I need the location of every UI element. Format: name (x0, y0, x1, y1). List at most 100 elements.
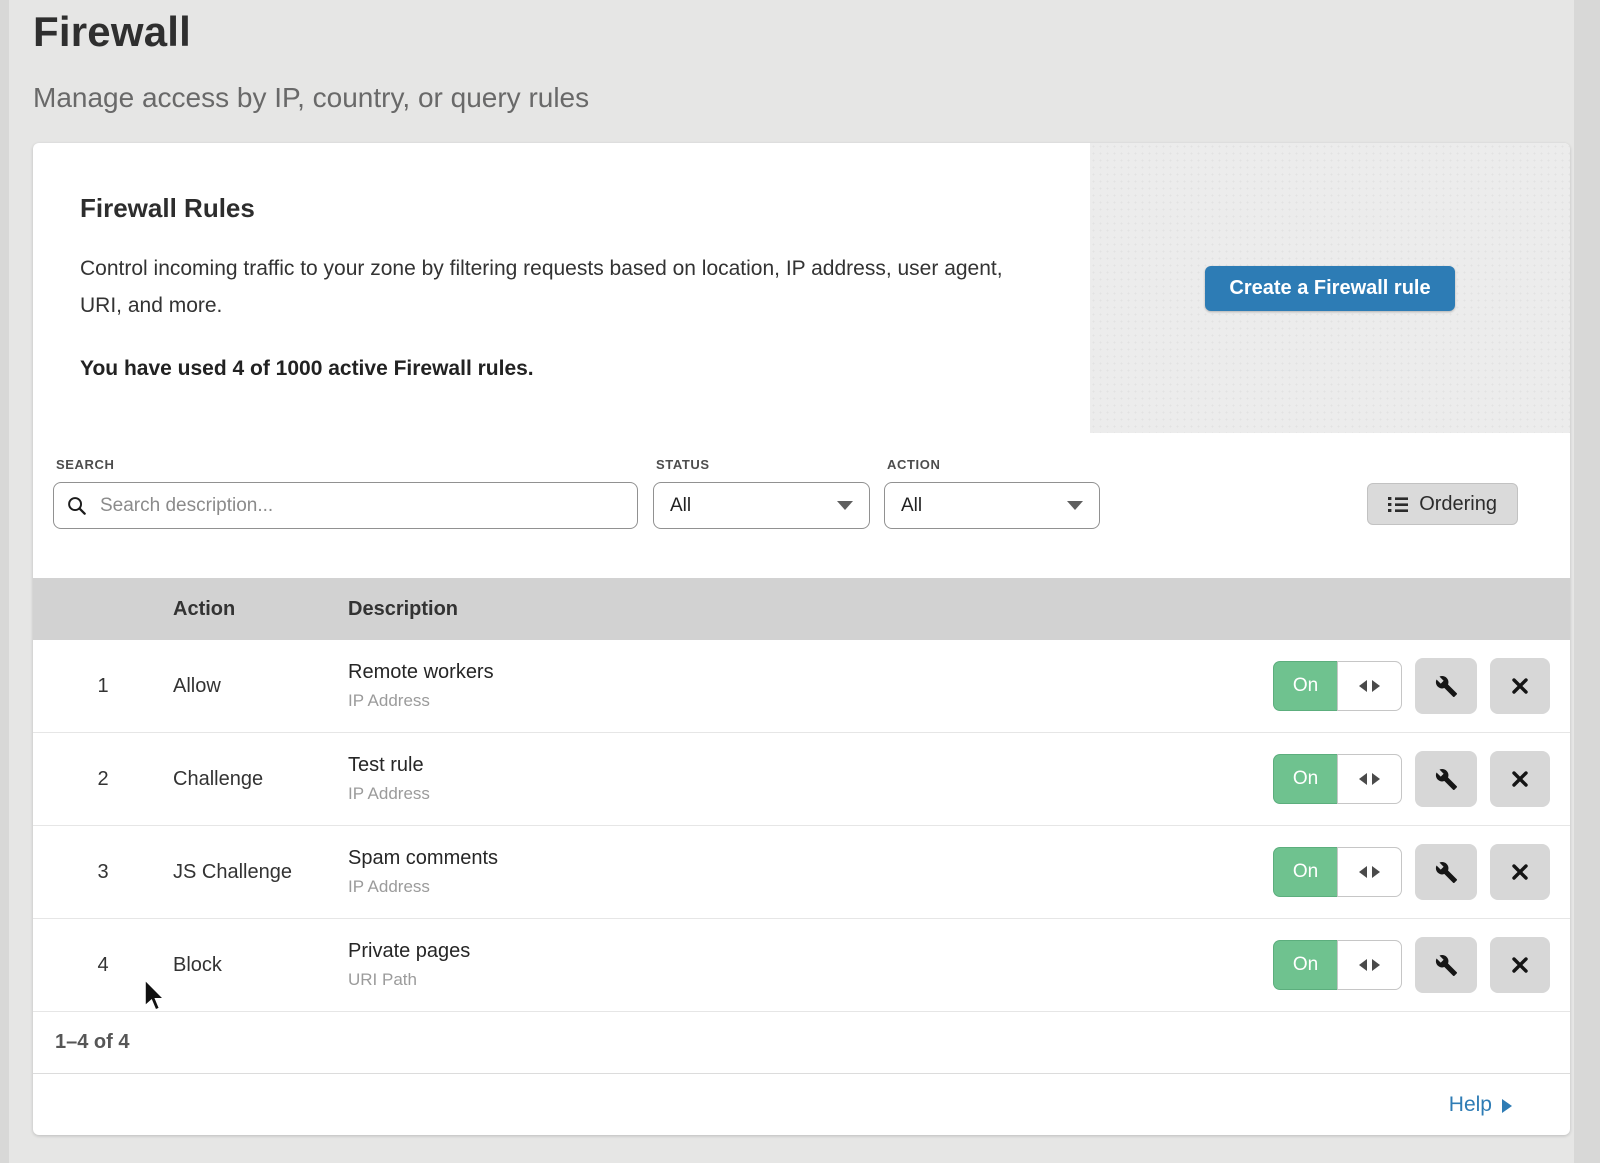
wrench-icon (1435, 675, 1458, 698)
intro-text-panel: Firewall Rules Control incoming traffic … (33, 143, 1090, 433)
arrow-left-icon (1359, 959, 1367, 971)
column-header-description: Description (348, 598, 1270, 621)
chevron-down-icon (1067, 501, 1083, 510)
rule-priority: 4 (33, 954, 173, 977)
wrench-icon (1435, 768, 1458, 791)
arrow-right-icon (1502, 1099, 1512, 1113)
arrow-right-icon (1372, 680, 1380, 692)
action-select[interactable]: All (884, 482, 1100, 529)
rule-action: Block (173, 954, 348, 977)
action-select-value: All (901, 495, 922, 517)
arrow-left-icon (1359, 773, 1367, 785)
page-header: Firewall Manage access by IP, country, o… (33, 8, 589, 114)
page-subtitle: Manage access by IP, country, or query r… (33, 82, 589, 114)
rule-priority: 1 (33, 675, 173, 698)
filter-bar: SEARCH STATUS All ACTION All (33, 433, 1570, 578)
close-icon (1510, 955, 1530, 975)
pagination: 1–4 of 4 (33, 1012, 1570, 1074)
toggle-on-label[interactable]: On (1273, 847, 1337, 897)
column-header-action: Action (173, 598, 348, 621)
priority-drag-handle[interactable] (1337, 661, 1402, 711)
status-field-group: STATUS All (653, 457, 870, 529)
delete-rule-button[interactable] (1490, 658, 1550, 714)
wrench-icon (1435, 954, 1458, 977)
page-edge-left (0, 0, 9, 1163)
priority-drag-handle[interactable] (1337, 847, 1402, 897)
edit-rule-button[interactable] (1415, 937, 1477, 993)
chevron-down-icon (837, 501, 853, 510)
arrow-left-icon (1359, 866, 1367, 878)
pagination-range: 1–4 of 4 (55, 1031, 129, 1054)
delete-rule-button[interactable] (1490, 751, 1550, 807)
rule-enabled-toggle[interactable]: On (1273, 847, 1402, 897)
search-icon (67, 496, 86, 515)
close-icon (1510, 862, 1530, 882)
rule-description-cell: Private pages URI Path (348, 940, 1270, 990)
rule-action: Allow (173, 675, 348, 698)
close-icon (1510, 769, 1530, 789)
edit-rule-button[interactable] (1415, 844, 1477, 900)
action-field-group: ACTION All (884, 457, 1100, 529)
search-field-group: SEARCH (53, 457, 638, 529)
action-label: ACTION (887, 457, 1100, 472)
card-footer: Help (33, 1074, 1570, 1135)
rule-controls: On (1270, 844, 1570, 900)
ordering-list-icon (1388, 496, 1408, 513)
rule-description: Test rule (348, 754, 1270, 777)
priority-drag-handle[interactable] (1337, 940, 1402, 990)
page-title: Firewall (33, 8, 589, 56)
ordering-button-label: Ordering (1419, 493, 1497, 516)
help-link[interactable]: Help (1449, 1093, 1512, 1117)
ordering-button[interactable]: Ordering (1367, 483, 1518, 525)
rule-enabled-toggle[interactable]: On (1273, 940, 1402, 990)
table-row: 1 Allow Remote workers IP Address On (33, 640, 1570, 733)
rules-usage-text: You have used 4 of 1000 active Firewall … (80, 357, 1030, 381)
rule-priority: 2 (33, 768, 173, 791)
delete-rule-button[interactable] (1490, 844, 1550, 900)
create-rule-panel: Create a Firewall rule (1090, 143, 1570, 433)
intro-section: Firewall Rules Control incoming traffic … (33, 143, 1570, 433)
rule-description: Private pages (348, 940, 1270, 963)
card-description: Control incoming traffic to your zone by… (80, 250, 1030, 324)
status-select-value: All (670, 495, 691, 517)
priority-drag-handle[interactable] (1337, 754, 1402, 804)
rule-priority: 3 (33, 861, 173, 884)
card-heading: Firewall Rules (80, 193, 1030, 224)
table-row: 4 Block Private pages URI Path On (33, 919, 1570, 1012)
close-icon (1510, 676, 1530, 696)
rule-description: Remote workers (348, 661, 1270, 684)
rules-list: 1 Allow Remote workers IP Address On (33, 640, 1570, 1012)
status-label: STATUS (656, 457, 870, 472)
create-firewall-rule-button[interactable]: Create a Firewall rule (1205, 266, 1454, 311)
status-select[interactable]: All (653, 482, 870, 529)
arrow-right-icon (1372, 959, 1380, 971)
delete-rule-button[interactable] (1490, 937, 1550, 993)
toggle-on-label[interactable]: On (1273, 754, 1337, 804)
rule-description-cell: Spam comments IP Address (348, 847, 1270, 897)
rule-controls: On (1270, 751, 1570, 807)
rule-controls: On (1270, 658, 1570, 714)
arrow-left-icon (1359, 680, 1367, 692)
rule-enabled-toggle[interactable]: On (1273, 661, 1402, 711)
toggle-on-label[interactable]: On (1273, 661, 1337, 711)
rule-match-type: IP Address (348, 784, 1270, 804)
rule-action: Challenge (173, 768, 348, 791)
wrench-icon (1435, 861, 1458, 884)
table-row: 2 Challenge Test rule IP Address On (33, 733, 1570, 826)
edit-rule-button[interactable] (1415, 658, 1477, 714)
help-label: Help (1449, 1093, 1492, 1117)
search-label: SEARCH (56, 457, 638, 472)
rule-controls: On (1270, 937, 1570, 993)
toggle-on-label[interactable]: On (1273, 940, 1337, 990)
search-input[interactable] (53, 482, 638, 529)
arrow-right-icon (1372, 773, 1380, 785)
rule-match-type: URI Path (348, 970, 1270, 990)
table-row: 3 JS Challenge Spam comments IP Address … (33, 826, 1570, 919)
rule-enabled-toggle[interactable]: On (1273, 754, 1402, 804)
rule-description: Spam comments (348, 847, 1270, 870)
rule-match-type: IP Address (348, 877, 1270, 897)
rule-action: JS Challenge (173, 861, 348, 884)
edit-rule-button[interactable] (1415, 751, 1477, 807)
rule-description-cell: Test rule IP Address (348, 754, 1270, 804)
table-header: Action Description (33, 578, 1570, 640)
